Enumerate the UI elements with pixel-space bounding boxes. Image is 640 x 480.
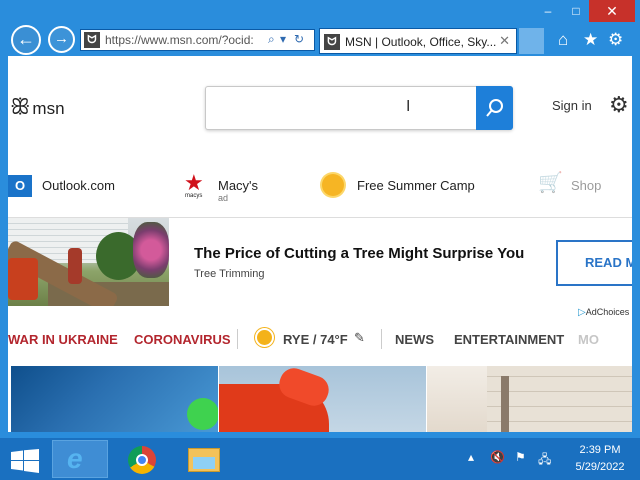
butterfly-icon: ꕥ [10, 94, 31, 119]
category-war-in-ukraine[interactable]: WAR IN UKRAINE [8, 332, 118, 347]
news-tile[interactable] [219, 366, 426, 432]
favorites-star-icon[interactable]: ★ [583, 30, 598, 50]
clock[interactable]: 2:39 PM 5/29/2022 [565, 442, 635, 476]
ad-banner[interactable]: The Price of Cutting a Tree Might Surpri… [8, 217, 632, 306]
close-button[interactable]: ✕ [589, 0, 635, 22]
settings-gear-icon[interactable]: ⚙ [608, 30, 623, 50]
tab-close-icon[interactable]: ✕ [499, 33, 510, 49]
ad-title[interactable]: The Price of Cutting a Tree Might Surpri… [194, 245, 524, 262]
web-page: ꕥ msn I Sign in ⚙ O Outlook.com ★ macys M… [8, 56, 632, 432]
category-news[interactable]: NEWS [395, 332, 434, 347]
taskbar-file-explorer[interactable] [176, 440, 232, 478]
shopping-cart-icon: 🛒 [538, 172, 563, 194]
tab-title: MSN | Outlook, Office, Sky... [345, 35, 497, 49]
quick-link-summer-camp[interactable]: Free Summer Camp [322, 170, 482, 206]
quick-links: O Outlook.com ★ macys Macy's ad Free Sum… [8, 170, 632, 210]
adchoices-icon: ▷ [578, 307, 586, 318]
ad-image[interactable] [8, 218, 169, 306]
speaker-muted-icon[interactable]: 🔇 [490, 450, 505, 464]
quick-link-label: Free Summer Camp [357, 178, 475, 193]
search-button[interactable] [476, 86, 513, 130]
chrome-icon [128, 446, 156, 474]
sign-in-link[interactable]: Sign in [552, 98, 592, 113]
news-tile[interactable] [11, 366, 218, 432]
msn-favicon-icon: ᗢ [324, 34, 340, 50]
sun-icon [322, 174, 344, 196]
macys-icon-caption: macys [185, 193, 203, 199]
category-divider [381, 329, 382, 349]
clock-time: 2:39 PM [579, 444, 621, 456]
search-icon[interactable]: ⌕ [268, 32, 275, 47]
quick-link-shop[interactable]: 🛒 Shop [538, 170, 632, 206]
navigation-bar: ← → ᗢ https://www.msn.com/?ocid: ⌕ ▾ ↻ ᗢ… [0, 22, 640, 56]
quick-link-label: Macy's [218, 178, 259, 193]
weather-sun-icon [257, 330, 272, 345]
outlook-icon: O [8, 175, 32, 197]
weather-location[interactable]: RYE / 74°F [283, 332, 348, 347]
ad-subtitle: Tree Trimming [194, 268, 265, 280]
title-bar: ‒ □ ✕ [0, 0, 640, 22]
taskbar: e ▴ 🔇 ⚑ 🖧 2:39 PM 5/29/2022 [0, 438, 640, 480]
text-cursor-icon: I [406, 98, 411, 115]
search-icon [486, 99, 503, 117]
maximize-button[interactable]: □ [563, 0, 589, 22]
search-box[interactable]: I [205, 86, 513, 130]
quick-link-label: Outlook.com [42, 178, 115, 193]
browser-tab[interactable]: ᗢ MSN | Outlook, Office, Sky... ✕ [319, 28, 517, 54]
forward-button[interactable]: → [48, 26, 75, 53]
internet-explorer-icon: e [67, 443, 83, 474]
flag-icon[interactable]: ⚑ [515, 450, 526, 464]
dropdown-icon[interactable]: ▾ [280, 32, 286, 46]
msn-favicon-icon: ᗢ [84, 32, 100, 48]
minimize-button[interactable]: ‒ [535, 0, 561, 22]
refresh-icon[interactable]: ↻ [294, 32, 304, 46]
read-more-button[interactable]: READ M [556, 240, 632, 286]
address-url[interactable]: https://www.msn.com/?ocid: [105, 33, 260, 47]
gear-icon[interactable]: ⚙ [609, 92, 629, 118]
search-input[interactable] [212, 97, 472, 119]
address-bar[interactable]: ᗢ https://www.msn.com/?ocid: ⌕ ▾ ↻ [80, 29, 315, 51]
category-more[interactable]: MO [578, 332, 599, 347]
ad-label: ad [218, 193, 229, 203]
file-explorer-icon [188, 448, 220, 472]
category-coronavirus[interactable]: CORONAVIRUS [134, 332, 231, 347]
category-divider [237, 329, 238, 349]
home-icon[interactable]: ⌂ [558, 30, 568, 50]
quick-link-macys[interactable]: ★ macys Macy's ad [184, 170, 284, 206]
category-nav: WAR IN UKRAINE CORONAVIRUS RYE / 74°F ✎ … [8, 324, 632, 354]
windows-logo-icon [11, 449, 39, 473]
edit-pencil-icon[interactable]: ✎ [354, 330, 365, 346]
news-tiles [8, 366, 632, 432]
browser-window: ‒ □ ✕ ← → ᗢ https://www.msn.com/?ocid: ⌕… [0, 0, 640, 438]
back-button[interactable]: ← [11, 25, 41, 55]
clock-date: 5/29/2022 [575, 461, 625, 473]
taskbar-chrome[interactable] [114, 440, 170, 478]
logo-text: msn [32, 99, 65, 118]
msn-logo[interactable]: ꕥ msn [10, 94, 65, 120]
quick-link-outlook[interactable]: O Outlook.com [8, 170, 128, 206]
quick-link-label: Shop [571, 178, 602, 193]
new-tab-button[interactable] [519, 28, 544, 54]
start-button[interactable] [0, 440, 50, 478]
chevron-up-icon[interactable]: ▴ [468, 450, 474, 464]
taskbar-internet-explorer[interactable]: e [52, 440, 108, 478]
network-icon[interactable]: 🖧 [538, 450, 551, 471]
category-entertainment[interactable]: ENTERTAINMENT [454, 332, 564, 347]
news-tile[interactable] [427, 366, 632, 432]
adchoices-link[interactable]: ▷AdChoices [578, 307, 629, 318]
